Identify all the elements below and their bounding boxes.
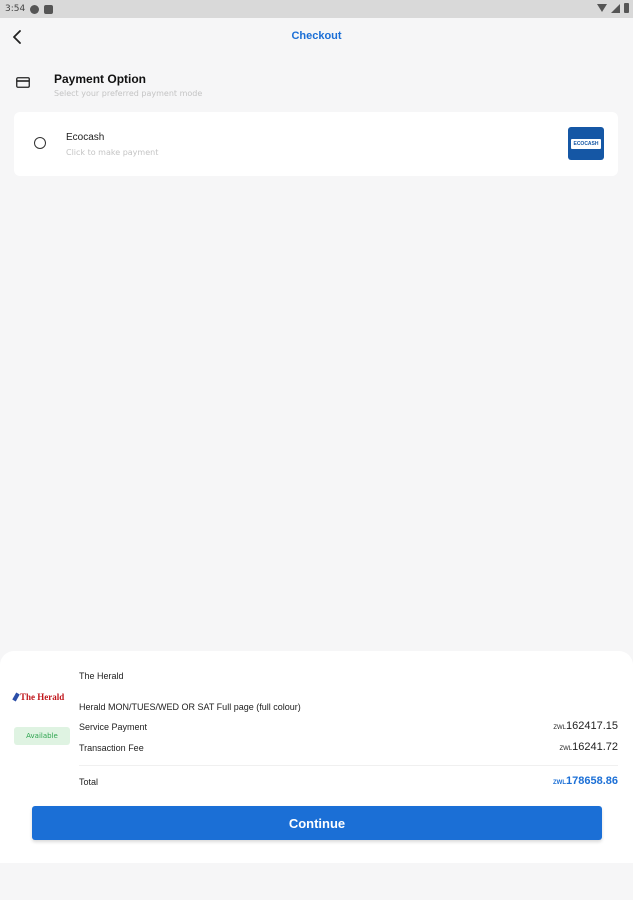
item-description: Herald MON/TUES/WED OR SAT Full page (fu… [79, 702, 301, 712]
herald-logo-text: The Herald [20, 692, 65, 702]
total-amount: ZWL178658.86 [553, 775, 618, 787]
payment-option-ecocash[interactable]: Ecocash Click to make payment ECOCASH [14, 112, 618, 176]
transaction-fee-label: Transaction Fee [79, 743, 144, 753]
publisher-name: The Herald [79, 671, 124, 681]
payment-option-header: Payment Option Select your preferred pay… [14, 70, 614, 102]
currency-label: ZWL [553, 780, 566, 786]
page-title: Checkout [291, 30, 342, 42]
signal-icon [611, 3, 620, 13]
ecocash-logo: ECOCASH [568, 127, 604, 160]
sim-card-icon [44, 4, 54, 14]
ecocash-logo-text: ECOCASH [571, 138, 601, 149]
section-subtitle: Select your preferred payment mode [54, 89, 203, 98]
availability-badge: Available [14, 727, 70, 745]
divider [79, 765, 618, 766]
app-bar: Checkout [0, 18, 633, 56]
payment-option-hint: Click to make payment [66, 148, 159, 157]
continue-button[interactable]: Continue [32, 806, 602, 840]
amount-value: 162417.15 [566, 720, 618, 732]
section-title: Payment Option [54, 72, 147, 86]
pen-icon [12, 692, 20, 702]
currency-label: ZWL [559, 746, 573, 752]
order-summary-sheet: The Herald Available The Herald Herald M… [0, 651, 633, 863]
credit-card-icon [16, 77, 30, 88]
service-payment-label: Service Payment [79, 722, 148, 732]
herald-logo: The Herald [12, 690, 74, 704]
radio-button[interactable] [34, 137, 46, 149]
currency-label: ZWL [553, 725, 566, 731]
service-payment-amount: ZWL162417.15 [553, 720, 618, 732]
notification-icon [30, 4, 40, 14]
amount-value: 178658.86 [566, 775, 618, 787]
payment-option-name: Ecocash [66, 132, 105, 143]
transaction-fee-amount: ZWL16241.72 [559, 741, 618, 753]
status-bar: 3:54 [0, 0, 633, 18]
amount-value: 16241.72 [572, 741, 618, 753]
total-label: Total [79, 777, 99, 787]
wifi-icon [597, 4, 607, 12]
battery-icon [624, 3, 629, 13]
status-time: 3:54 [5, 4, 26, 14]
